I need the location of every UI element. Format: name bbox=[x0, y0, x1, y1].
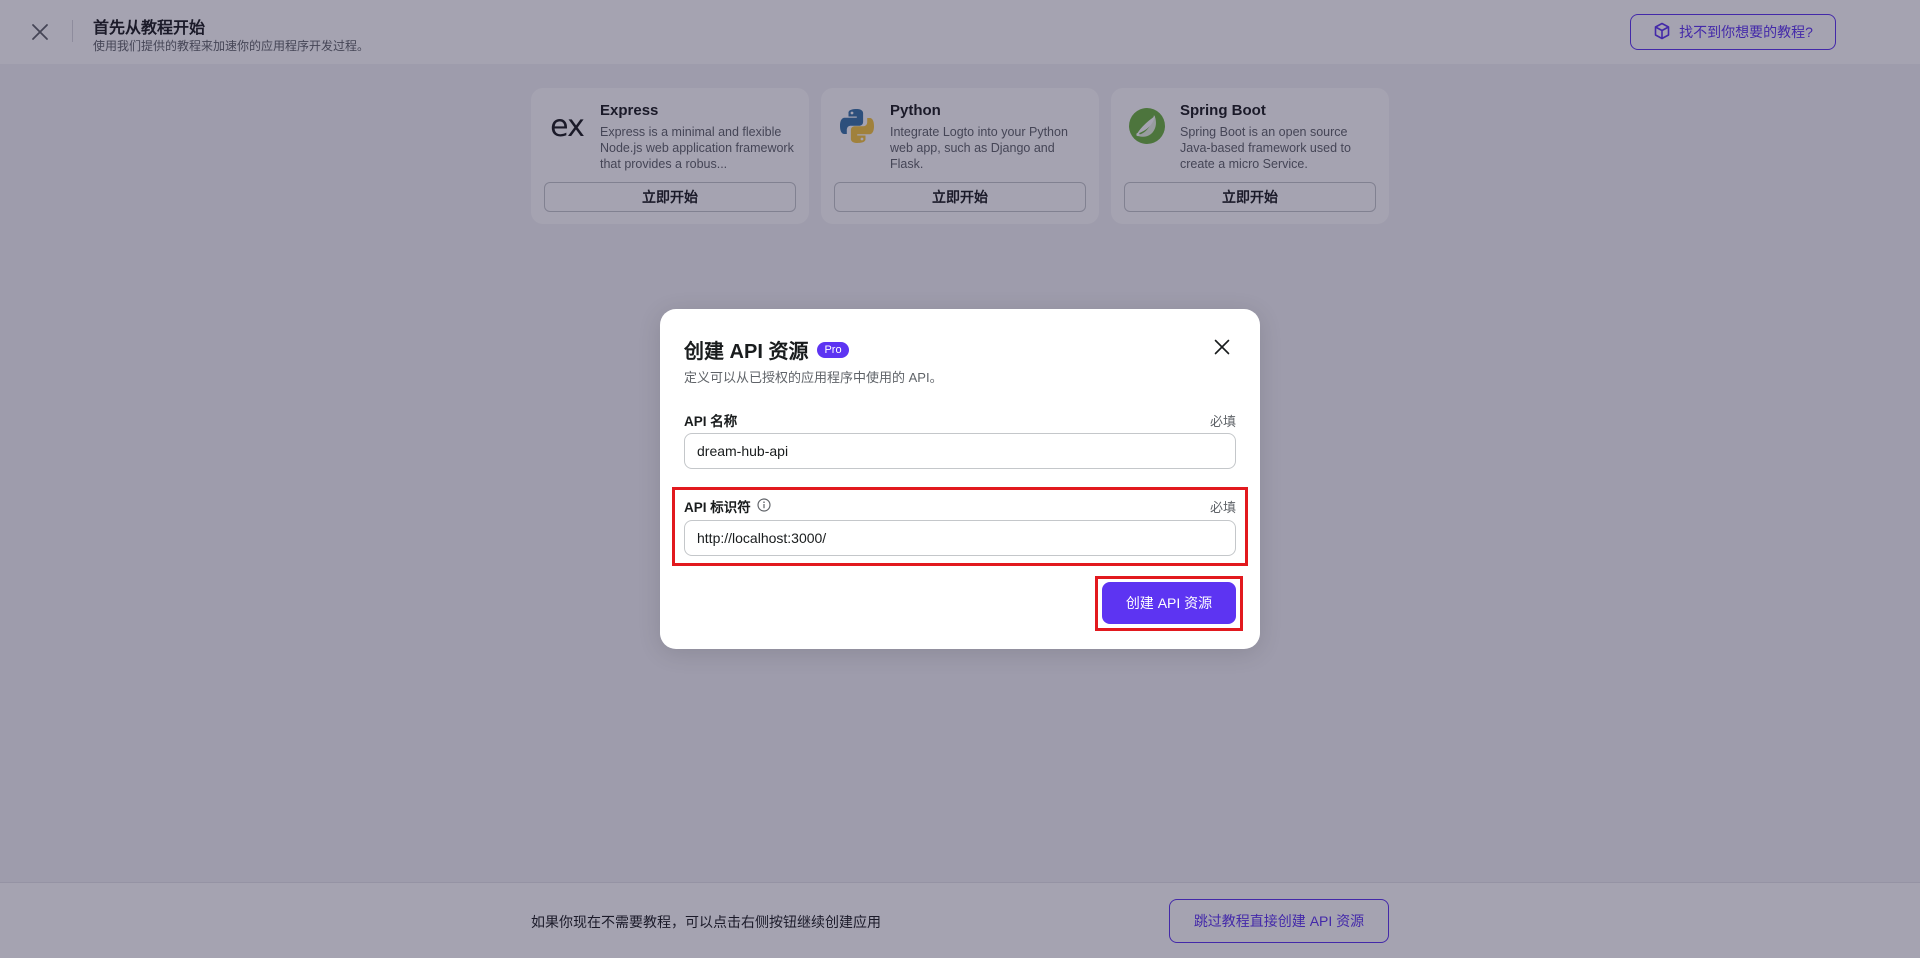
required-label: 必填 bbox=[1209, 414, 1236, 429]
modal-subtitle: 定义可以从已授权的应用程序中使用的 API。 bbox=[684, 370, 943, 385]
api-name-label: API 名称 bbox=[684, 414, 738, 429]
info-icon[interactable] bbox=[757, 497, 771, 515]
modal-title: 创建 API 资源 bbox=[684, 341, 809, 363]
api-name-input[interactable] bbox=[684, 433, 1236, 469]
api-identifier-input[interactable] bbox=[684, 520, 1236, 556]
api-identifier-label: API 标识符 bbox=[684, 496, 771, 516]
create-api-resource-button[interactable]: 创建 API 资源 bbox=[1102, 582, 1236, 624]
close-icon[interactable] bbox=[1210, 335, 1234, 359]
create-api-resource-modal: 创建 API 资源 Pro 定义可以从已授权的应用程序中使用的 API。 API… bbox=[660, 309, 1260, 649]
required-label: 必填 bbox=[1209, 500, 1236, 515]
modal-header: 创建 API 资源 Pro bbox=[684, 335, 849, 364]
pro-badge: Pro bbox=[817, 341, 849, 358]
